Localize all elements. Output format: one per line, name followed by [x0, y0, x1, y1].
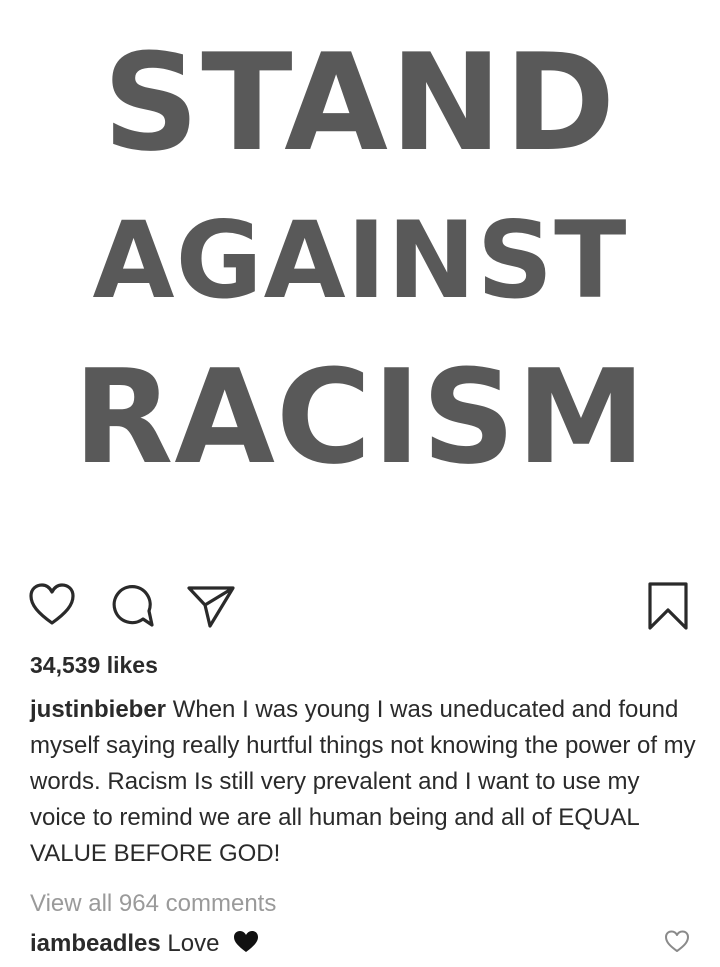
- paper-plane-icon[interactable]: [186, 583, 236, 629]
- post-image-text-stand: STAND: [102, 25, 618, 181]
- post-image-text-racism: RACISM: [73, 341, 647, 493]
- post-image-text-against: AGAINST: [92, 199, 628, 322]
- comment-text: Love: [167, 930, 220, 957]
- comment-username[interactable]: iambeadles: [30, 930, 161, 957]
- post-caption: justinbieber When I was young I was uned…: [30, 692, 700, 872]
- bookmark-icon[interactable]: [646, 581, 690, 631]
- heart-outline-icon[interactable]: [28, 583, 76, 627]
- heart-outline-small-icon[interactable]: [664, 930, 690, 954]
- black-heart-icon: [232, 930, 260, 961]
- post-action-bar: [0, 575, 720, 635]
- likes-count[interactable]: 34,539 likes: [30, 652, 158, 679]
- post-image[interactable]: STAND AGAINST RACISM: [0, 0, 720, 560]
- comment-item: iambeadles Love: [30, 930, 260, 961]
- view-all-comments-link[interactable]: View all 964 comments: [30, 890, 276, 918]
- comment-bubble-icon[interactable]: [109, 583, 155, 629]
- caption-username[interactable]: justinbieber: [30, 696, 166, 723]
